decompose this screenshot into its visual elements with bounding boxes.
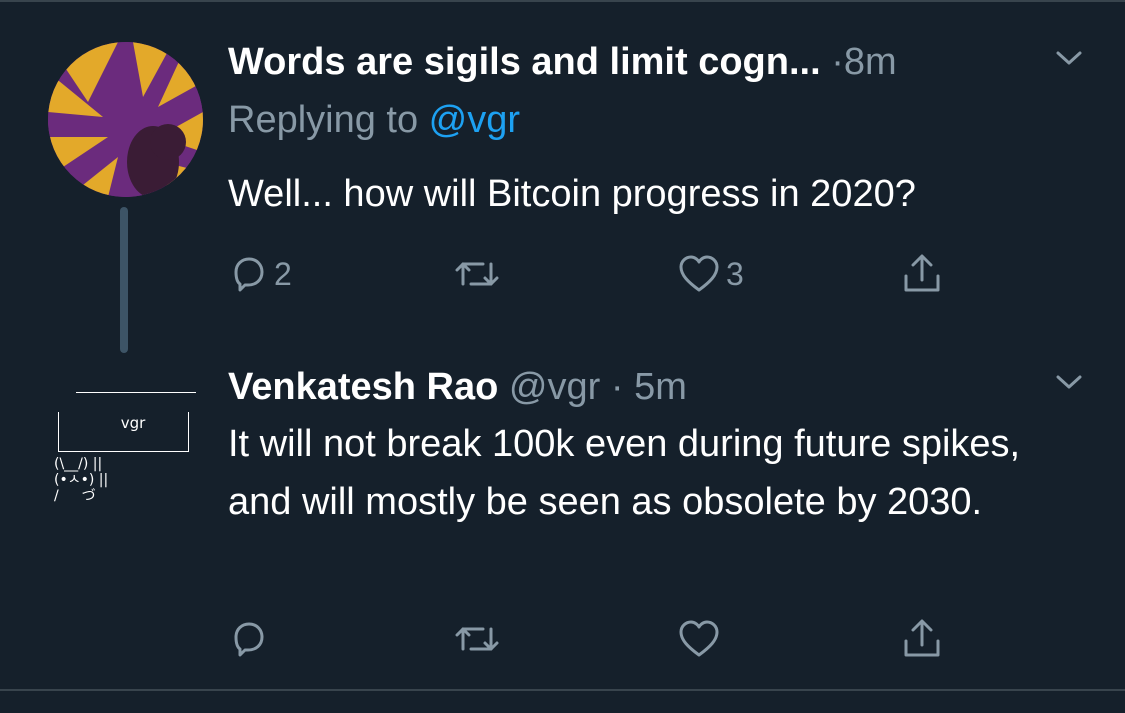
reply-count: 2 xyxy=(274,255,292,292)
timestamp[interactable]: 8m xyxy=(844,41,897,83)
timestamp[interactable]: 5m xyxy=(634,366,687,408)
handle[interactable]: @vgr xyxy=(509,366,600,408)
avatar-bunny-art: (\__/) || (•ㅅ•) || / づ xyxy=(54,456,109,504)
avatar-border-right xyxy=(188,412,189,452)
tweet-header: Venkatesh Rao @vgr · 5m xyxy=(228,365,687,409)
tweet-actions: 2 3 xyxy=(228,250,988,298)
tweet[interactable]: vgr (\__/) || (•ㅅ•) || / づ Venkatesh Rao… xyxy=(0,360,1125,689)
reply-icon xyxy=(228,254,268,294)
reply-button[interactable] xyxy=(228,615,274,663)
share-button[interactable] xyxy=(900,615,944,663)
retweet-icon xyxy=(453,254,501,294)
chevron-down-icon[interactable] xyxy=(1055,372,1083,397)
like-button[interactable] xyxy=(678,615,726,663)
avatar-border-top xyxy=(76,392,196,393)
share-icon xyxy=(900,252,944,296)
replying-to-line: Replying to @vgr xyxy=(228,98,520,142)
retweet-icon xyxy=(453,619,501,659)
tweet-actions xyxy=(228,615,988,663)
chevron-down-icon[interactable] xyxy=(1055,48,1083,73)
reply-icon xyxy=(228,619,268,659)
next-tweet-edge xyxy=(0,691,1125,713)
tweet-text: Well... how will Bitcoin progress in 202… xyxy=(228,173,916,215)
like-count: 3 xyxy=(726,255,744,292)
replying-prefix: Replying to xyxy=(228,99,429,141)
display-name[interactable]: Venkatesh Rao xyxy=(228,366,498,408)
avatar[interactable] xyxy=(48,42,203,197)
tweet-header: Words are sigils and limit cogn... ·8m xyxy=(228,40,897,84)
tweet[interactable]: Words are sigils and limit cogn... ·8m R… xyxy=(0,0,1125,360)
display-name[interactable]: Words are sigils and limit cogn... xyxy=(228,41,821,83)
share-button[interactable] xyxy=(900,250,944,298)
heart-icon xyxy=(678,619,720,659)
share-icon xyxy=(900,617,944,661)
separator-dot: · xyxy=(831,41,844,83)
retweet-button[interactable] xyxy=(453,250,507,298)
thread-connector-line xyxy=(120,207,128,353)
avatar-sign-text: vgr xyxy=(120,414,146,432)
heart-icon xyxy=(678,254,720,294)
avatar-border-left xyxy=(58,412,59,452)
like-button[interactable]: 3 xyxy=(678,250,744,298)
retweet-button[interactable] xyxy=(453,615,507,663)
tweet-text: It will not break 100k even during futur… xyxy=(228,423,1021,523)
mention-link[interactable]: @vgr xyxy=(429,99,520,141)
reply-button[interactable]: 2 xyxy=(228,250,292,298)
avatar[interactable]: vgr (\__/) || (•ㅅ•) || / づ xyxy=(48,370,208,520)
separator-dot: · xyxy=(610,366,624,408)
avatar-border-bottom xyxy=(58,451,188,452)
